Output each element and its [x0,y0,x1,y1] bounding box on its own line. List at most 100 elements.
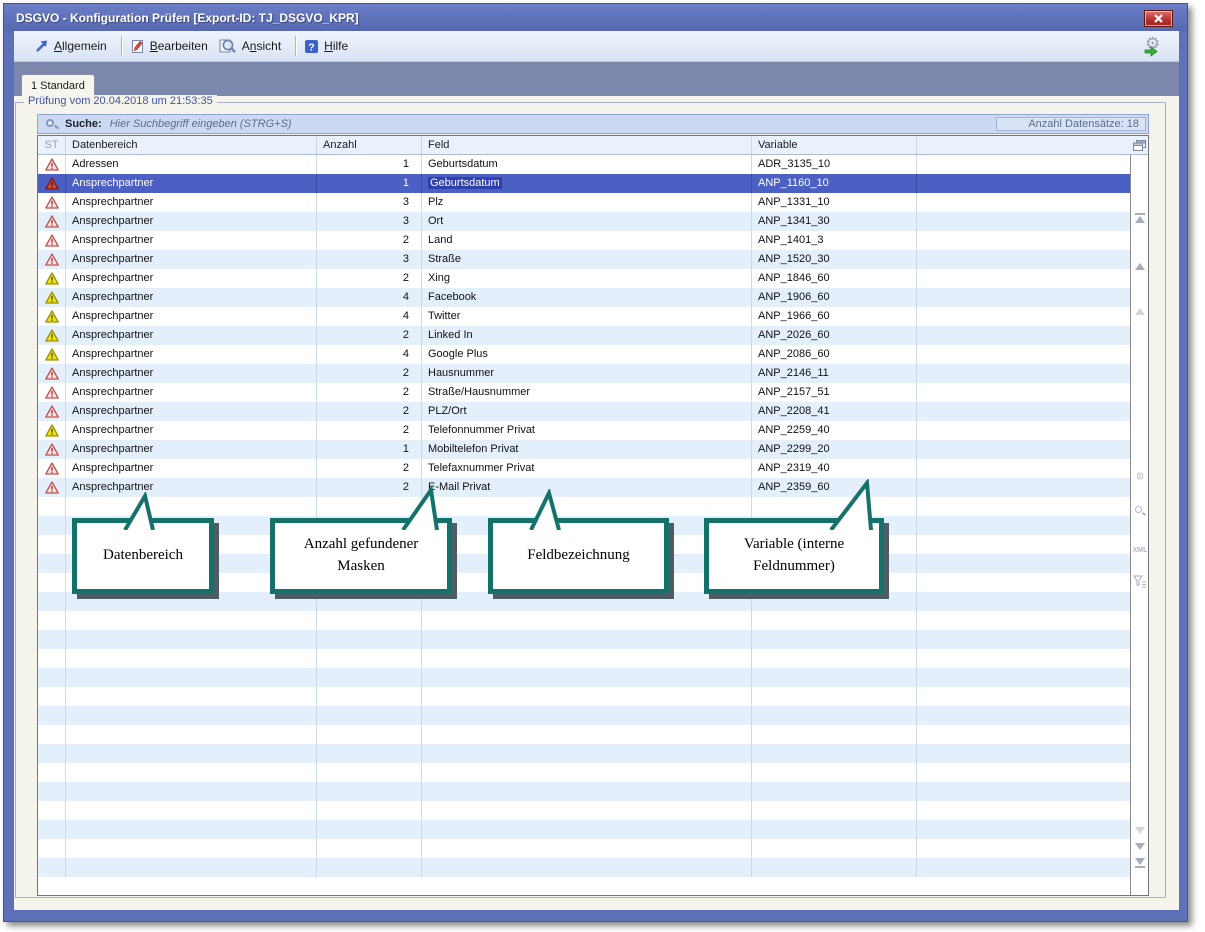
xml-export-button[interactable]: XML [1133,547,1147,554]
empty-table-row[interactable] [38,611,1130,630]
header-anzahl[interactable]: Anzahl [317,136,422,154]
feld-cell: Facebook [422,288,752,307]
table-row[interactable]: Ansprechpartner 3 Ort ANP_1341_30 [38,212,1130,231]
menu-bearbeiten[interactable]: Bearbeiten [128,36,216,57]
menu-hilfe[interactable]: ? Hilfe [302,36,356,57]
table-row[interactable]: Ansprechpartner 2 Telefonnummer Privat A… [38,421,1130,440]
status-cell [38,725,66,744]
table-row[interactable]: Ansprechpartner 3 Straße ANP_1520_30 [38,250,1130,269]
warning-triangle-icon [45,177,59,190]
table-row[interactable]: Ansprechpartner 2 PLZ/Ort ANP_2208_41 [38,402,1130,421]
filler-cell [917,269,1130,288]
empty-table-row[interactable] [38,782,1130,801]
empty-table-row[interactable] [38,763,1130,782]
callout-tail-icon [523,489,567,530]
empty-table-row[interactable] [38,592,1130,611]
status-cell [38,478,66,497]
titlebar: DSGVO - Konfiguration Prüfen [Export-ID:… [4,4,1187,31]
variable-cell: ANP_1401_3 [752,231,917,250]
table-row[interactable]: Ansprechpartner 2 Linked In ANP_2026_60 [38,326,1130,345]
status-cell [38,269,66,288]
table-row[interactable]: Ansprechpartner 1 Geburtsdatum ANP_1160_… [38,174,1130,193]
datenbereich-cell: Ansprechpartner [66,326,317,345]
empty-table-row[interactable] [38,820,1130,839]
grid-search-icon [1134,505,1146,517]
help-icon: ? [304,39,319,54]
feld-cell: Mobiltelefon Privat [422,440,752,459]
scroll-up-page-button[interactable] [1133,308,1147,315]
warning-triangle-icon [45,424,59,437]
tab-standard[interactable]: 1 Standard [21,74,95,96]
empty-table-row[interactable] [38,744,1130,763]
status-cell [38,212,66,231]
scroll-first-button[interactable] [1133,213,1147,223]
datenbereich-cell: Ansprechpartner [66,307,317,326]
scroll-down-page-button[interactable] [1133,827,1147,834]
table-row[interactable]: Ansprechpartner 2 Hausnummer ANP_2146_11 [38,364,1130,383]
menu-ansicht[interactable]: Ansicht [216,35,289,57]
warning-triangle-icon [45,158,59,171]
process-button[interactable]: ⚙ [1143,35,1167,57]
tabstrip: 1 Standard [14,62,1179,96]
header-feld[interactable]: Feld [422,136,752,154]
table-row[interactable]: Ansprechpartner 2 E-Mail Privat ANP_2359… [38,478,1130,497]
column-chooser-button[interactable] [1130,136,1148,154]
empty-table-row[interactable] [38,497,1130,516]
datenbereich-cell: Ansprechpartner [66,478,317,497]
empty-table-row[interactable] [38,725,1130,744]
variable-cell: ANP_1160_10 [752,174,917,193]
fixed-rows-button[interactable]: (|) [1133,473,1147,480]
table-row[interactable]: Ansprechpartner 2 Xing ANP_1846_60 [38,269,1130,288]
datenbereich-cell: Adressen [66,155,317,174]
anzahl-cell: 2 [317,402,422,421]
empty-table-row[interactable] [38,668,1130,687]
arrow-ne-icon [34,39,49,53]
scroll-down-button[interactable] [1133,843,1147,850]
warning-triangle-icon [45,272,59,285]
menu-allgemein[interactable]: Allgemein [32,36,115,56]
scroll-last-button[interactable] [1133,858,1147,868]
empty-table-row[interactable] [38,649,1130,668]
feld-cell: Twitter [422,307,752,326]
app-window: DSGVO - Konfiguration Prüfen [Export-ID:… [3,3,1188,922]
variable-cell: ANP_2208_41 [752,402,917,421]
table-row[interactable]: Ansprechpartner 4 Facebook ANP_1906_60 [38,288,1130,307]
empty-table-row[interactable] [38,687,1130,706]
table-row[interactable]: Ansprechpartner 4 Twitter ANP_1966_60 [38,307,1130,326]
status-cell [38,193,66,212]
close-button[interactable] [1144,10,1173,27]
empty-table-row[interactable] [38,801,1130,820]
scroll-up-button[interactable] [1133,263,1147,270]
search-input[interactable]: Hier Suchbegriff eingeben (STRG+S) [110,118,1148,130]
header-datenbereich[interactable]: Datenbereich [66,136,317,154]
feld-cell: E-Mail Privat [422,478,752,497]
header-st[interactable]: ST [38,136,66,154]
menubar: Allgemein Bearbeiten Ansicht ? Hilfe [14,31,1179,62]
grid-rows: Adressen 1 Geburtsdatum ADR_3135_10 Ansp… [38,155,1130,877]
variable-cell: ADR_3135_10 [752,155,917,174]
feld-cell: Hausnummer [422,364,752,383]
filter-button[interactable] [1133,575,1147,588]
table-row[interactable]: Ansprechpartner 4 Google Plus ANP_2086_6… [38,345,1130,364]
table-row[interactable]: Ansprechpartner 3 Plz ANP_1331_10 [38,193,1130,212]
variable-cell: ANP_2026_60 [752,326,917,345]
table-row[interactable]: Ansprechpartner 2 Telefaxnummer Privat A… [38,459,1130,478]
table-row[interactable]: Ansprechpartner 1 Mobiltelefon Privat AN… [38,440,1130,459]
header-variable[interactable]: Variable [752,136,917,154]
datenbereich-cell: Ansprechpartner [66,364,317,383]
status-cell [38,668,66,687]
empty-table-row[interactable] [38,858,1130,877]
table-row[interactable]: Ansprechpartner 2 Land ANP_1401_3 [38,231,1130,250]
table-row[interactable]: Adressen 1 Geburtsdatum ADR_3135_10 [38,155,1130,174]
variable-cell: ANP_1520_30 [752,250,917,269]
anzahl-cell: 2 [317,383,422,402]
table-row[interactable]: Ansprechpartner 2 Straße/Hausnummer ANP_… [38,383,1130,402]
scroll-up-icon [1135,263,1145,270]
grid-search-button[interactable] [1133,505,1147,517]
callout-variable: Variable (interne Feldnummer) [704,518,884,594]
callout-tail-icon [823,479,875,530]
empty-table-row[interactable] [38,706,1130,725]
empty-table-row[interactable] [38,630,1130,649]
filler-cell [917,478,1130,497]
empty-table-row[interactable] [38,839,1130,858]
